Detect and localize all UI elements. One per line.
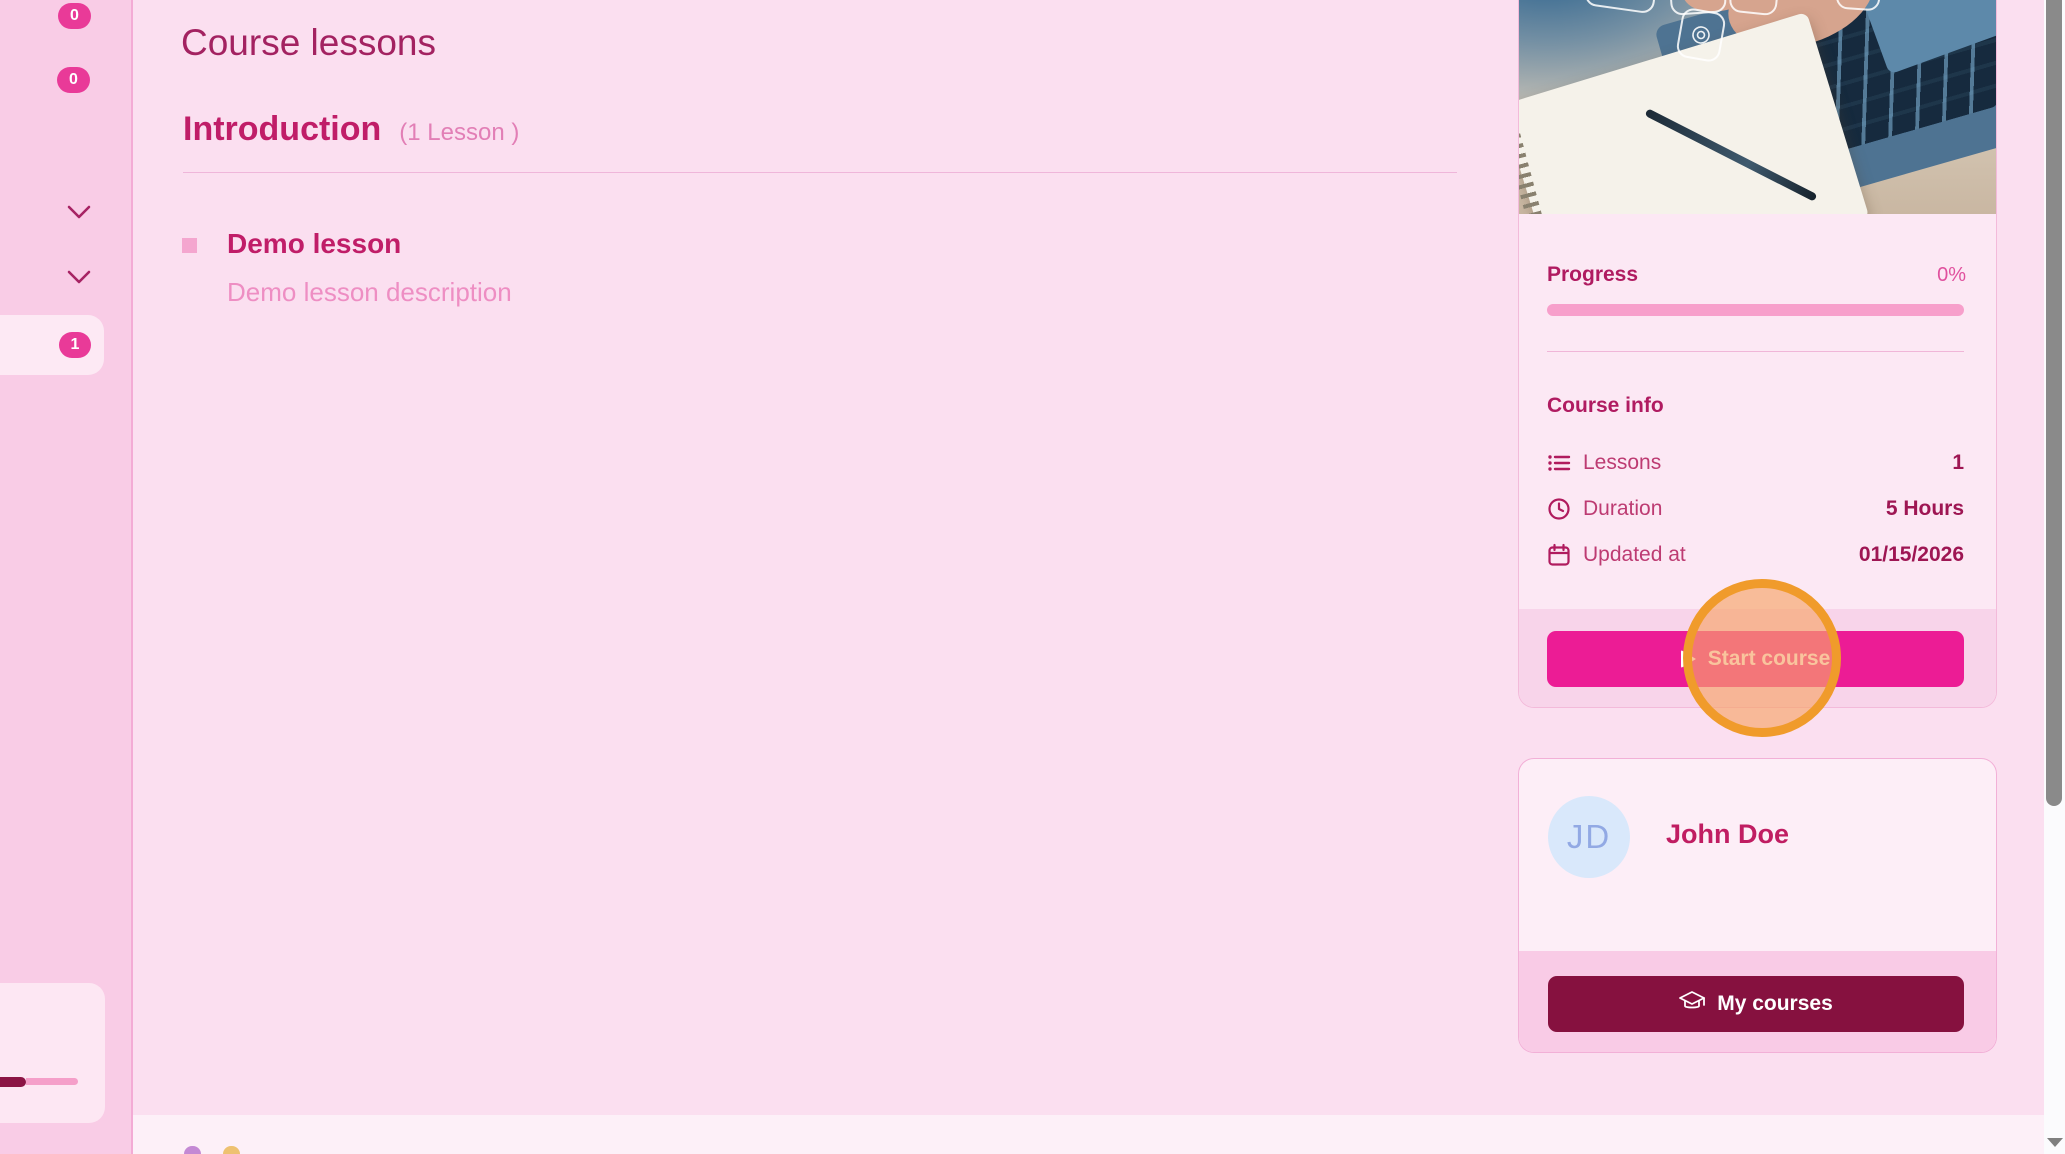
section-title: Introduction	[183, 110, 381, 149]
card-divider	[1547, 351, 1964, 352]
mini-progress-track	[26, 1078, 78, 1085]
lesson-description: Demo lesson description	[227, 277, 512, 308]
mini-progress-bar	[0, 1078, 78, 1086]
hologram-target-icon	[1675, 7, 1727, 64]
progress-section: Progress 0%	[1547, 263, 1966, 287]
sidebar-count-badge: 0	[57, 67, 90, 93]
footer-purple-icon	[184, 1146, 201, 1154]
sidebar: 0 0 1	[0, 0, 133, 1154]
info-row-lessons: Lessons 1	[1547, 451, 1964, 475]
lesson-count-badge: 1	[59, 332, 91, 358]
section-divider	[183, 172, 1457, 173]
progress-value: 0%	[1937, 264, 1966, 287]
course-info-title: Course info	[1547, 394, 1664, 418]
lesson-bullet-icon	[182, 238, 197, 253]
user-name: John Doe	[1666, 819, 1789, 850]
info-row-duration: Duration 5 Hours	[1547, 497, 1964, 521]
footer-strip	[133, 1115, 2044, 1154]
start-course-label: Start course	[1708, 647, 1831, 671]
scrollbar-thumb[interactable]	[2046, 0, 2062, 806]
user-card-footer: My courses	[1519, 951, 1996, 1052]
info-label: Updated at	[1583, 543, 1686, 567]
sidebar-count-badge: 0	[58, 3, 91, 29]
info-value: 01/15/2026	[1859, 543, 1964, 567]
avatar: JD	[1548, 796, 1630, 878]
course-info-card: Progress 0% Course info Lessons 1 Durati…	[1518, 0, 1997, 708]
user-card: JD John Doe My courses	[1518, 758, 1997, 1053]
chevron-down-icon[interactable]	[66, 267, 92, 287]
page-title: Course lessons	[181, 22, 436, 64]
clock-icon	[1547, 497, 1571, 521]
notebook-spiral	[1519, 108, 1565, 214]
play-icon	[1681, 650, 1696, 668]
scrollbar-track[interactable]	[2044, 0, 2065, 1154]
calendar-icon	[1547, 543, 1571, 567]
course-cover-image	[1519, 0, 1996, 214]
section-header: Introduction (1 Lesson )	[183, 110, 519, 149]
sidebar-progress-card	[0, 983, 105, 1123]
mini-progress-fill	[0, 1077, 26, 1087]
scroll-down-arrow-icon[interactable]	[2047, 1138, 2063, 1147]
section-lesson-count: (1 Lesson )	[399, 119, 519, 147]
progress-bar	[1547, 304, 1964, 316]
my-courses-label: My courses	[1717, 992, 1833, 1016]
lesson-title[interactable]: Demo lesson	[227, 228, 401, 260]
list-icon	[1547, 451, 1571, 475]
graduation-cap-icon	[1679, 990, 1705, 1018]
info-value: 1	[1952, 451, 1964, 475]
my-courses-button[interactable]: My courses	[1548, 976, 1964, 1032]
progress-label: Progress	[1547, 263, 1638, 287]
info-value: 5 Hours	[1886, 497, 1964, 521]
info-label: Lessons	[1583, 451, 1661, 475]
info-row-updated: Updated at 01/15/2026	[1547, 543, 1964, 567]
course-card-footer: Start course	[1519, 609, 1996, 707]
chevron-down-icon[interactable]	[66, 202, 92, 222]
start-course-button[interactable]: Start course	[1547, 631, 1964, 687]
info-label: Duration	[1583, 497, 1662, 521]
sidebar-active-section[interactable]: 1	[0, 315, 104, 375]
footer-yellow-icon	[223, 1146, 240, 1154]
